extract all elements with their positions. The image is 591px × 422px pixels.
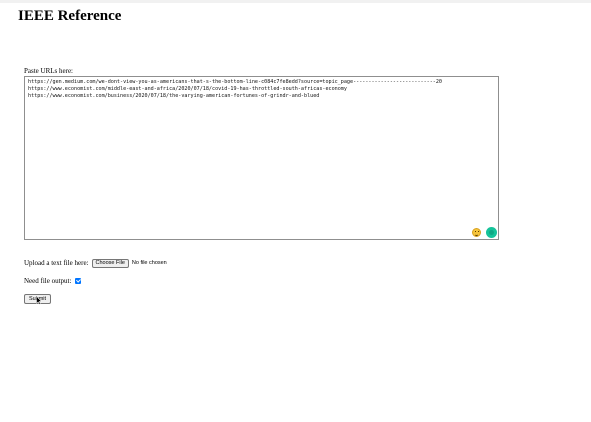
file-output-row: Need file output:	[24, 276, 82, 286]
url-line: https://www.economist.com/business/2020/…	[28, 93, 320, 99]
upload-row: Upload a text file here: Choose File No …	[24, 258, 167, 268]
urls-label: Paste URLs here:	[24, 67, 73, 75]
file-status-text: No file chosen	[131, 260, 167, 266]
urls-textarea[interactable]: https://gen.medium.com/we-dont-view-you-…	[24, 76, 499, 240]
url-line: https://www.economist.com/middle-east-an…	[28, 86, 347, 92]
grammarly-icon[interactable]	[486, 227, 497, 238]
browser-top-strip	[0, 0, 591, 3]
file-output-label: Need file output:	[24, 277, 72, 285]
file-output-checkbox[interactable]	[75, 278, 82, 284]
choose-file-button[interactable]: Choose File	[91, 258, 129, 268]
mouse-cursor-icon	[36, 296, 42, 305]
page-title: IEEE Reference	[18, 8, 122, 24]
upload-label: Upload a text file here:	[24, 259, 89, 267]
url-line: https://gen.medium.com/we-dont-view-you-…	[28, 79, 443, 85]
smiley-emoji-icon[interactable]	[472, 228, 481, 237]
